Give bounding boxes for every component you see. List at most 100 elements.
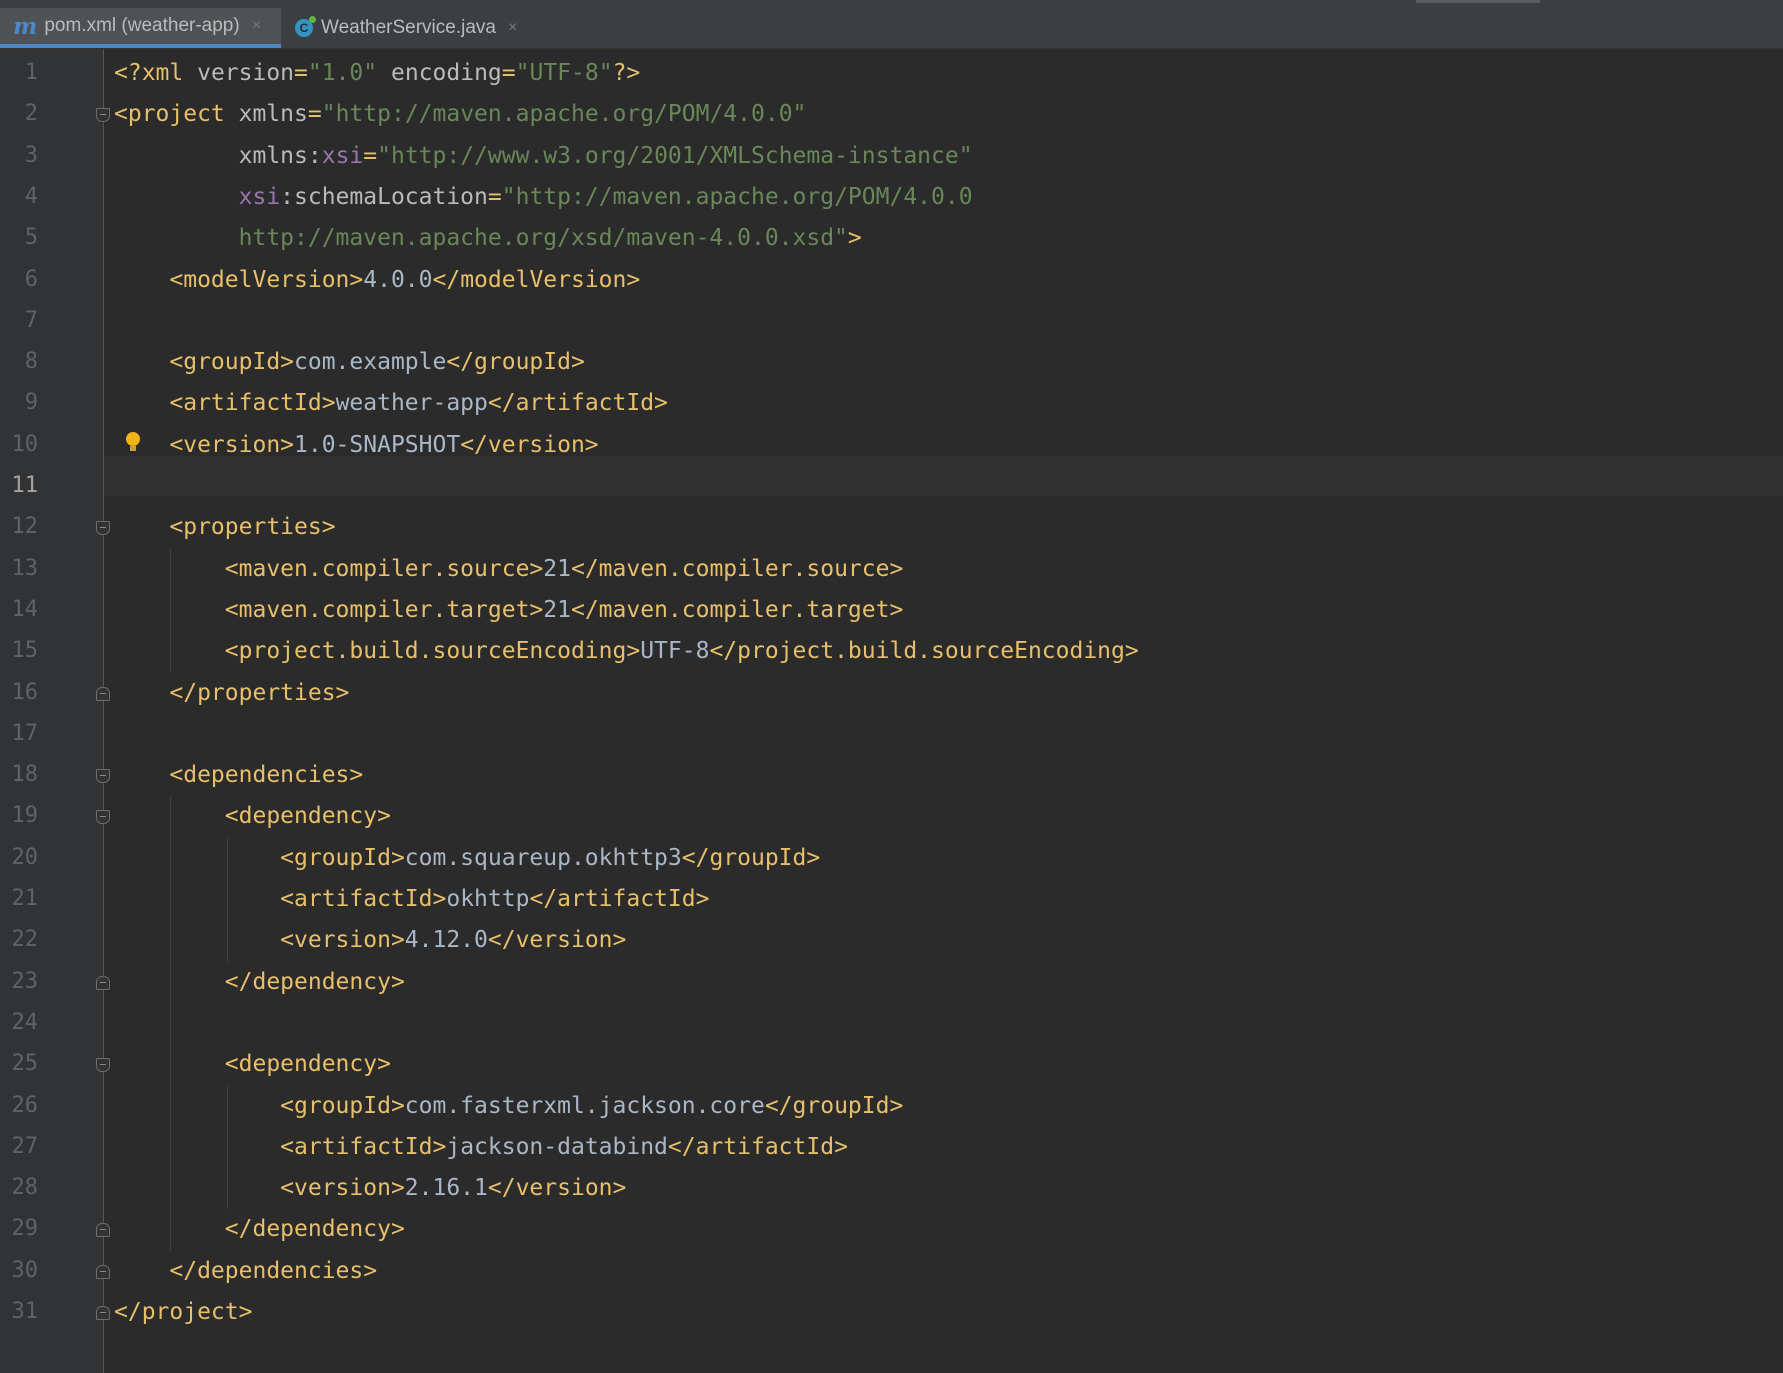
toolbar-fragment [1416, 0, 1540, 3]
code-token: 21 [543, 555, 571, 582]
code-line[interactable]: xsi:schemaLocation="http://maven.apache.… [114, 177, 973, 217]
fold-collapse-icon[interactable] [96, 769, 110, 784]
code-line[interactable]: </dependency> [114, 1209, 405, 1249]
code-token: </groupId> [764, 1092, 904, 1119]
code-line[interactable]: <dependency> [114, 796, 391, 836]
code-token: <groupId> [280, 1092, 405, 1119]
code-line[interactable]: <groupId>com.example</groupId> [114, 342, 585, 382]
code-line[interactable]: </dependencies> [114, 1251, 377, 1291]
code-line[interactable]: <groupId>com.squareup.okhttp3</groupId> [114, 838, 820, 878]
line-number: 24 [11, 1009, 39, 1035]
line-number: 30 [11, 1257, 39, 1283]
fold-collapse-icon[interactable] [96, 521, 110, 536]
code-line[interactable]: <dependencies> [114, 755, 363, 795]
fold-end-icon[interactable] [96, 1223, 110, 1238]
line-number: 12 [11, 514, 39, 540]
line-number: 9 [24, 390, 38, 416]
code-line[interactable]: <artifactId>weather-app</artifactId> [114, 383, 668, 423]
fold-collapse-icon[interactable] [96, 810, 110, 825]
code-token: = [487, 183, 502, 210]
code-line[interactable]: <version>2.16.1</version> [114, 1168, 626, 1208]
code-line[interactable]: <artifactId>jackson-databind</artifactId… [114, 1127, 848, 1167]
code-token: </groupId> [681, 844, 821, 871]
tab-label: WeatherService.java [321, 17, 496, 38]
tab-pom-xml[interactable]: m pom.xml (weather-app) × [0, 8, 281, 48]
code-line[interactable]: </dependency> [114, 962, 405, 1002]
code-token: </groupId> [446, 349, 585, 376]
code-line[interactable]: <groupId>com.fasterxml.jackson.core</gro… [114, 1086, 903, 1126]
code-token: <?xml [114, 60, 198, 86]
fold-end-icon[interactable] [96, 1306, 110, 1320]
code-token: 21 [543, 596, 571, 623]
code-line[interactable]: xmlns:xsi="http://www.w3.org/2001/XMLSch… [114, 136, 973, 176]
code-line[interactable]: </properties> [114, 673, 349, 713]
code-token: http://maven.apache.org/xsd/maven-4.0.0.… [238, 225, 848, 252]
code-line[interactable]: <properties> [114, 507, 336, 547]
close-icon[interactable]: × [508, 19, 517, 37]
code-token: UTF-8 [640, 638, 710, 665]
close-icon[interactable]: × [252, 17, 261, 35]
line-number: 14 [11, 596, 39, 622]
line-number: 27 [11, 1133, 39, 1159]
code-token: = [294, 60, 308, 86]
code-token: <properties> [169, 514, 336, 541]
code-token: <project [114, 101, 239, 128]
code-token: :schemaLocation [280, 183, 488, 210]
code-line[interactable]: <modelVersion>4.0.0</modelVersion> [114, 260, 640, 300]
code-token: 4.0.0 [363, 266, 433, 293]
code-line[interactable]: <version>1.0-SNAPSHOT</version> [114, 425, 598, 465]
code-token: okhttp [446, 886, 530, 912]
code-line[interactable]: <project.build.sourceEncoding>UTF-8</pro… [114, 631, 1139, 671]
editor-tab-bar: m pom.xml (weather-app) × C WeatherServi… [0, 8, 1783, 49]
fold-end-icon[interactable] [96, 1264, 110, 1279]
code-line[interactable]: <maven.compiler.target>21</maven.compile… [114, 590, 904, 630]
code-line[interactable]: <project xmlns="http://maven.apache.org/… [114, 94, 806, 134]
maven-icon: m [13, 12, 38, 40]
code-token: </properties> [169, 679, 350, 706]
code-line[interactable]: <maven.compiler.source>21</maven.compile… [114, 549, 904, 589]
code-token: <dependency> [224, 1051, 391, 1078]
code-token: </artifactId> [487, 390, 668, 417]
line-number: 5 [24, 225, 38, 251]
code-line[interactable]: <dependency> [114, 1044, 391, 1084]
line-number: 19 [11, 803, 39, 829]
fold-end-icon[interactable] [96, 686, 110, 701]
fold-end-icon[interactable] [96, 975, 110, 990]
code-token: "http://maven.apache.org/POM/4.0.0 [501, 183, 973, 210]
code-token: xmlns: [238, 142, 322, 169]
line-number: 20 [11, 844, 39, 870]
line-number: 25 [11, 1051, 39, 1077]
tab-weather-service-java[interactable]: C WeatherService.java × [287, 8, 527, 48]
code-token: <artifactId> [169, 390, 336, 417]
fold-collapse-icon[interactable] [96, 108, 110, 123]
code-token: "http://maven.apache.org/POM/4.0.0" [321, 101, 807, 128]
code-token: = [501, 60, 516, 86]
fold-collapse-icon[interactable] [96, 1058, 110, 1073]
line-number: 15 [11, 638, 39, 664]
line-number: 8 [24, 349, 38, 375]
code-token: jackson-databind [446, 1133, 668, 1160]
code-token: xsi [321, 142, 364, 169]
code-token: encoding [391, 60, 502, 86]
code-line[interactable]: http://maven.apache.org/xsd/maven-4.0.0.… [114, 218, 862, 258]
code-token: </artifactId> [667, 1133, 848, 1160]
line-number: 16 [11, 679, 39, 705]
code-line[interactable]: </project> [114, 1292, 252, 1332]
code-token: ?> [612, 60, 641, 86]
code-token: com.example [294, 349, 447, 376]
code-line[interactable]: <?xml version="1.0" encoding="UTF-8"?> [114, 53, 640, 93]
code-line[interactable]: <artifactId>okhttp</artifactId> [114, 879, 709, 919]
code-line[interactable]: <version>4.12.0</version> [114, 920, 626, 960]
intention-bulb-icon[interactable] [126, 432, 140, 451]
